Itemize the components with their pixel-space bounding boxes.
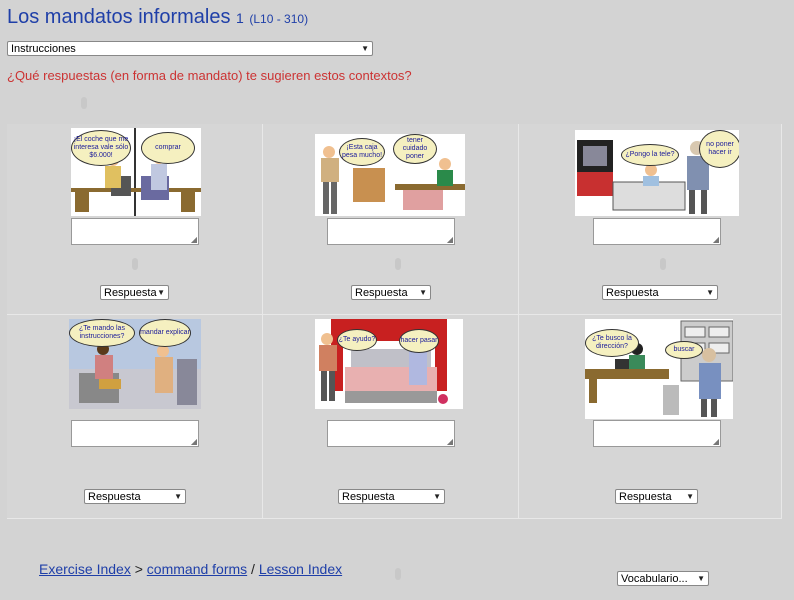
chevron-down-icon: ▼ [697,574,705,583]
scroll-marker [395,258,401,270]
response-select[interactable]: Respuesta ▼ [351,285,431,300]
response-select[interactable]: Respuesta ▼ [602,285,718,300]
chevron-down-icon: ▼ [361,44,369,53]
response-select[interactable]: Respuesta ▼ [338,489,445,504]
response-select-value: Respuesta [88,491,141,503]
instructions-select[interactable]: Instrucciones ▼ [7,41,373,56]
response-select-value: Respuesta [104,287,157,299]
response-select-value: Respuesta [606,287,659,299]
scene-cell-1: ¡El coche que me interesa vale sólo $6.0… [7,124,263,315]
chevron-down-icon: ▼ [174,492,182,501]
scene-image-6: ¿Te busco la dirección? buscar [585,319,733,419]
scene-image-3: ¿Pongo la tele? no poner hacer ir [575,130,739,216]
resize-grip-icon[interactable]: ◢ [713,437,719,446]
speech-bubble: no poner hacer ir [699,130,739,168]
answer-textarea[interactable]: ◢ [327,218,455,245]
scene-cell-3: ¿Pongo la tele? no poner hacer ir ◢ Resp… [519,124,782,315]
scroll-marker [81,97,87,109]
speech-bubble: tener cuidado poner [393,134,437,164]
instructions-select-value: Instrucciones [11,43,76,55]
response-select-value: Respuesta [342,491,395,503]
title-main: Los mandatos informales [7,6,231,28]
resize-grip-icon[interactable]: ◢ [447,437,453,446]
scene-image-2: ¡Esta caja pesa mucho! tener cuidado pon… [315,134,465,216]
scene-cell-6: ¿Te busco la dirección? buscar ◢ Respues… [519,315,782,519]
chevron-down-icon: ▼ [157,288,165,297]
speech-bubble: hacer pasar [399,329,439,353]
speech-bubble: ¿Te ayudo? [337,329,377,351]
speech-bubble: ¡El coche que me interesa vale sólo $6.0… [71,130,131,166]
resize-grip-icon[interactable]: ◢ [713,235,719,244]
response-select-value: Respuesta [355,287,408,299]
speech-bubble: ¿Te mando las instrucciones? [69,319,135,347]
response-select[interactable]: Respuesta ▼ [84,489,186,504]
resize-grip-icon[interactable]: ◢ [191,437,197,446]
exercise-index-link[interactable]: Exercise Index [39,561,131,577]
scroll-marker [660,258,666,270]
nav-separator: / [251,561,255,577]
scroll-marker [132,258,138,270]
exercise-grid: ¡El coche que me interesa vale sólo $6.0… [7,124,782,519]
chevron-down-icon: ▼ [419,288,427,297]
answer-textarea[interactable]: ◢ [327,420,455,447]
chevron-down-icon: ▼ [686,492,694,501]
title-ref: (L10 - 310) [249,12,309,26]
response-select[interactable]: Respuesta ▼ [100,285,169,300]
answer-textarea[interactable]: ◢ [71,218,199,245]
lesson-index-link[interactable]: Lesson Index [259,561,342,577]
scene-image-5: ¿Te ayudo? hacer pasar [315,319,463,409]
title-number: 1 [236,10,244,26]
scene-cell-2: ¡Esta caja pesa mucho! tener cuidado pon… [263,124,519,315]
question-text: ¿Qué respuestas (en forma de mandato) te… [7,68,412,83]
answer-textarea[interactable]: ◢ [71,420,199,447]
scene-image-4: ¿Te mando las instrucciones? mandar expl… [69,319,201,409]
response-select[interactable]: Respuesta ▼ [615,489,698,504]
answer-textarea[interactable]: ◢ [593,420,721,447]
page-title: Los mandatos informales 1 (L10 - 310) [7,6,308,29]
scene-cell-4: ¿Te mando las instrucciones? mandar expl… [7,315,263,519]
speech-bubble: ¿Pongo la tele? [621,144,679,166]
scroll-marker [395,568,401,580]
speech-bubble: comprar [141,132,195,164]
bottom-navigation: Exercise Index > command forms / Lesson … [39,561,342,578]
command-forms-link[interactable]: command forms [147,561,247,577]
nav-separator: > [134,561,143,577]
response-select-value: Respuesta [619,491,672,503]
speech-bubble: mandar explicar [139,319,191,347]
vocabulary-select[interactable]: Vocabulario... ▼ [617,571,709,586]
speech-bubble: ¡Esta caja pesa mucho! [339,138,385,166]
resize-grip-icon[interactable]: ◢ [191,235,197,244]
chevron-down-icon: ▼ [433,492,441,501]
vocabulary-select-value: Vocabulario... [621,573,688,585]
resize-grip-icon[interactable]: ◢ [447,235,453,244]
scene-image-1: ¡El coche que me interesa vale sólo $6.0… [71,128,201,216]
speech-bubble: ¿Te busco la dirección? [585,329,639,357]
speech-bubble: buscar [665,341,703,359]
chevron-down-icon: ▼ [706,288,714,297]
scene-cell-5: ¿Te ayudo? hacer pasar ◢ Respuesta ▼ [263,315,519,519]
answer-textarea[interactable]: ◢ [593,218,721,245]
